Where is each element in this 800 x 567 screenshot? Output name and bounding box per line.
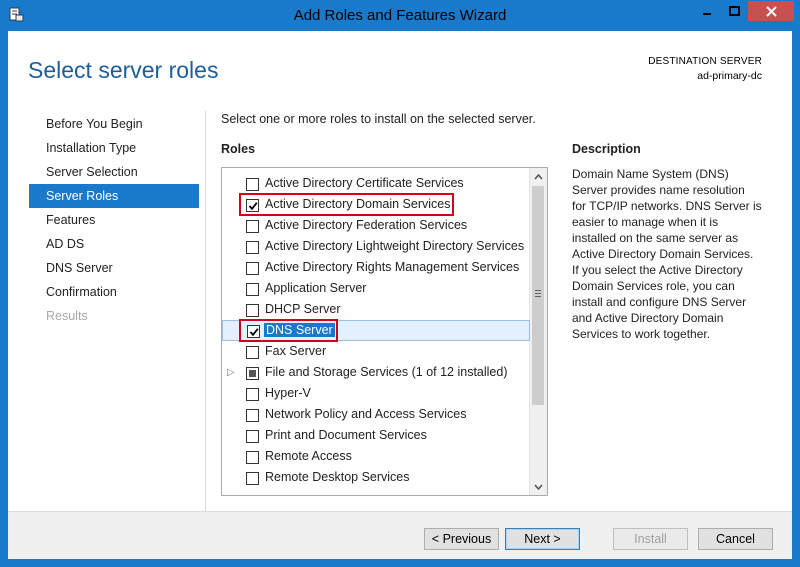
role-checkbox[interactable] (246, 241, 259, 254)
role-label: Active Directory Federation Services (265, 218, 468, 232)
role-item[interactable]: Active Directory Rights Management Servi… (222, 258, 530, 279)
intro-text: Select one or more roles to install on t… (221, 112, 536, 126)
scroll-down-button[interactable] (530, 478, 547, 495)
minimize-button[interactable] (694, 1, 720, 21)
nav-item-server-selection[interactable]: Server Selection (29, 160, 199, 184)
nav-item-features[interactable]: Features (29, 208, 199, 232)
role-label: DHCP Server (265, 302, 341, 316)
role-item[interactable]: Application Server (222, 279, 530, 300)
cancel-button[interactable]: Cancel (698, 528, 773, 550)
page-title: Select server roles (28, 57, 219, 83)
nav-item-installation-type[interactable]: Installation Type (29, 136, 199, 160)
nav-item-results: Results (46, 309, 88, 323)
role-checkbox[interactable] (246, 346, 259, 359)
nav-item-before-you-begin[interactable]: Before You Begin (29, 112, 199, 136)
role-checkbox[interactable] (246, 451, 259, 464)
wizard-client-area: Select server roles DESTINATION SERVER a… (8, 31, 792, 560)
nav-item-confirmation[interactable]: Confirmation (29, 280, 199, 304)
maximize-icon (728, 6, 740, 16)
wizard-header: Select server roles DESTINATION SERVER a… (8, 31, 792, 111)
description-heading: Description (572, 142, 641, 156)
role-item[interactable]: Remote Desktop Services (222, 468, 530, 489)
indeterminate-icon (249, 370, 256, 377)
destination-server-name: ad-primary-dc (697, 70, 762, 82)
role-checkbox[interactable] (246, 472, 259, 485)
role-item[interactable]: DHCP Server (222, 300, 530, 321)
roles-list[interactable]: Active Directory Certificate Services Act… (221, 167, 548, 496)
highlight-annotation (239, 193, 454, 216)
install-button[interactable]: Install (613, 528, 688, 550)
expand-arrow-icon[interactable]: ▷ (227, 367, 235, 378)
role-label: Hyper-V (265, 386, 311, 400)
role-checkbox[interactable] (246, 304, 259, 317)
description-text: Domain Name System (DNS) Server provides… (572, 167, 762, 341)
scroll-thumb[interactable] (532, 186, 544, 405)
role-checkbox[interactable] (246, 430, 259, 443)
nav-item-ad-ds[interactable]: AD DS (29, 232, 199, 256)
role-item[interactable]: Remote Access (222, 447, 530, 468)
chevron-up-icon (534, 173, 543, 179)
role-label: Print and Document Services (265, 428, 427, 442)
previous-button[interactable]: < Previous (424, 528, 499, 550)
role-label: Network Policy and Access Services (265, 407, 467, 421)
close-icon (765, 5, 777, 17)
minimize-icon (703, 13, 711, 15)
role-label: File and Storage Services (1 of 12 insta… (265, 365, 508, 379)
role-label: Active Directory Lightweight Directory S… (265, 239, 525, 253)
wizard-footer: < Previous Next > Install Cancel (8, 511, 792, 560)
role-label: Fax Server (265, 344, 327, 358)
role-checkbox[interactable] (246, 262, 259, 275)
destination-server-label: DESTINATION SERVER (648, 56, 762, 67)
title-bar: Add Roles and Features Wizard (0, 0, 800, 31)
scroll-up-button[interactable] (530, 168, 547, 185)
role-label: Active Directory Rights Management Servi… (265, 260, 520, 274)
roles-scrollbar[interactable] (529, 168, 547, 495)
role-checkbox[interactable] (246, 388, 259, 401)
nav-item-server-roles[interactable]: Server Roles (29, 184, 199, 208)
role-checkbox[interactable] (246, 367, 259, 380)
role-item[interactable]: Active Directory Lightweight Directory S… (222, 237, 530, 258)
nav-divider (205, 111, 206, 521)
wizard-nav: Before You Begin Installation Type Server … (29, 112, 199, 328)
role-item[interactable]: Fax Server (222, 342, 530, 363)
next-button[interactable]: Next > (505, 528, 580, 550)
role-checkbox[interactable] (246, 283, 259, 296)
window-frame-bottom (0, 559, 800, 567)
role-label: Application Server (265, 281, 367, 295)
chevron-down-icon (534, 484, 543, 490)
role-label: Remote Access (265, 449, 352, 463)
role-label: Active Directory Certificate Services (265, 176, 464, 190)
role-item[interactable]: Active Directory Federation Services (222, 216, 530, 237)
grip-icon (535, 290, 541, 299)
highlight-annotation (239, 319, 338, 342)
close-button[interactable] (748, 1, 794, 21)
role-item[interactable]: Print and Document Services (222, 426, 530, 447)
role-checkbox[interactable] (246, 220, 259, 233)
role-checkbox[interactable] (246, 178, 259, 191)
role-item[interactable]: ▷ File and Storage Services (1 of 12 inst… (222, 363, 530, 384)
nav-item-dns-server[interactable]: DNS Server (29, 256, 199, 280)
role-item[interactable]: Hyper-V (222, 384, 530, 405)
maximize-button[interactable] (721, 1, 747, 21)
window-title: Add Roles and Features Wizard (293, 7, 507, 24)
role-label: Remote Desktop Services (265, 470, 410, 484)
role-item[interactable]: Active Directory Certificate Services (222, 174, 530, 195)
role-checkbox[interactable] (246, 409, 259, 422)
role-item[interactable]: Network Policy and Access Services (222, 405, 530, 426)
roles-heading: Roles (221, 142, 256, 156)
